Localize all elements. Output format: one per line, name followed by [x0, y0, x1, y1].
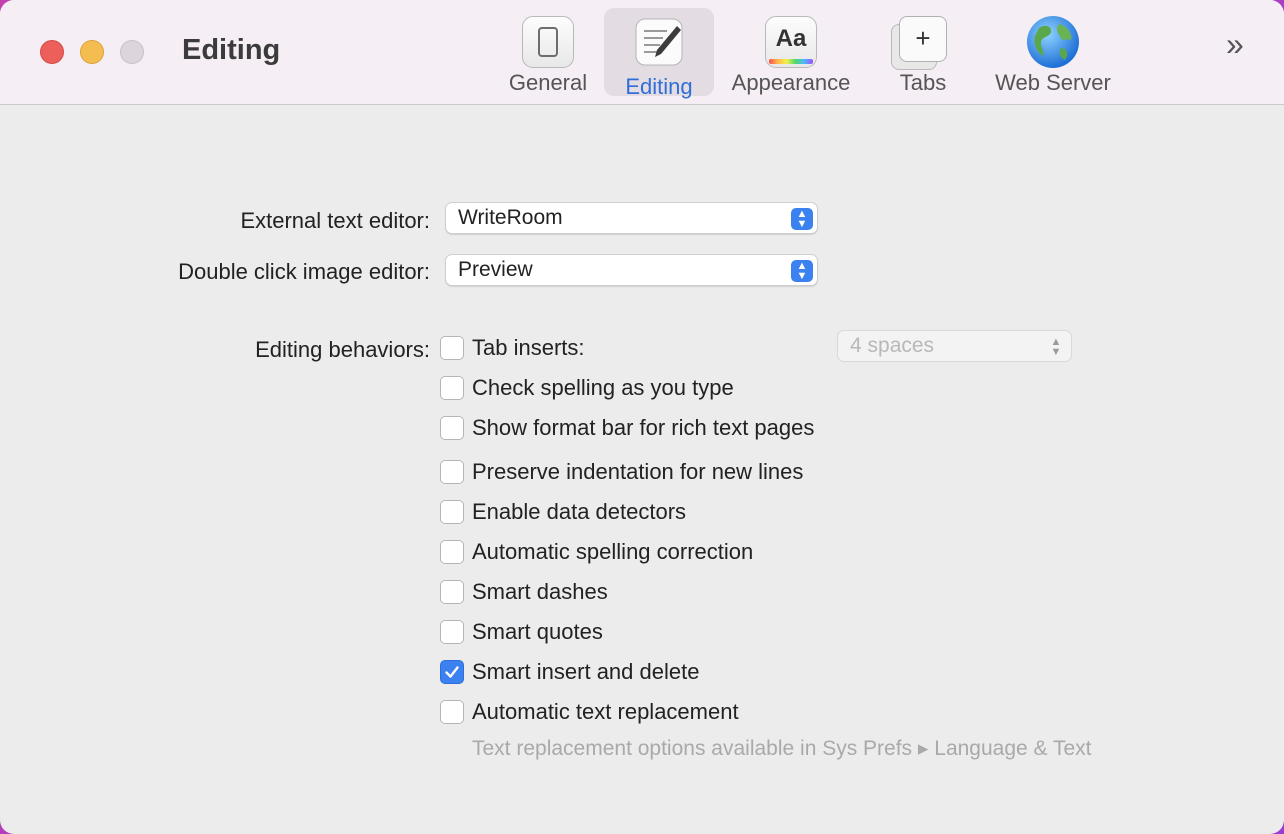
window-titlebar: Editing General Editing Aa Appearance + …	[0, 0, 1284, 105]
checkbox-label: Enable data detectors	[472, 499, 687, 524]
globe-icon	[1027, 16, 1079, 68]
checkbox-label: Check spelling as you type	[472, 375, 734, 400]
pencil-document-icon	[633, 16, 685, 68]
smart-quotes-checkbox[interactable]	[440, 620, 464, 644]
smart-insert-delete-checkbox[interactable]	[440, 660, 464, 684]
external-editor-label: External text editor:	[240, 208, 430, 233]
checkbox-label: Smart quotes	[472, 619, 603, 644]
image-editor-label: Double click image editor:	[178, 259, 430, 284]
popup-value: WriteRoom	[458, 206, 563, 229]
checkbox-row-tab-inserts[interactable]: Tab inserts:	[440, 335, 585, 361]
checkbox-row-smart-quotes[interactable]: Smart quotes	[440, 619, 603, 645]
toolbar-tab-label: Editing	[625, 74, 693, 99]
preserve-indentation-checkbox[interactable]	[440, 460, 464, 484]
checkbox-label: Smart dashes	[472, 579, 608, 604]
checkbox-row-smart-insert-delete[interactable]: Smart insert and delete	[440, 659, 699, 685]
toolbar-tab-web-server[interactable]: Web Server	[988, 8, 1118, 96]
chevron-up-down-icon: ▲ ▼	[1050, 336, 1062, 358]
checkbox-row-format-bar[interactable]: Show format bar for rich text pages	[440, 415, 814, 441]
checkbox-label: Tab inserts:	[472, 335, 585, 360]
checkbox-row-data-detectors[interactable]: Enable data detectors	[440, 499, 686, 525]
checkbox-label: Preserve indentation for new lines	[472, 459, 804, 484]
font-aa-icon: Aa	[765, 16, 817, 68]
editing-behaviors-label: Editing behaviors:	[255, 337, 430, 362]
smart-dashes-checkbox[interactable]	[440, 580, 464, 604]
checkbox-row-text-replacement[interactable]: Automatic text replacement	[440, 699, 739, 725]
tab-inserts-popup[interactable]: 4 spaces ▲ ▼	[837, 330, 1072, 362]
tab-inserts-checkbox[interactable]	[440, 336, 464, 360]
text-replacement-checkbox[interactable]	[440, 700, 464, 724]
checkbox-row-preserve-indentation[interactable]: Preserve indentation for new lines	[440, 459, 803, 485]
checkbox-row-smart-dashes[interactable]: Smart dashes	[440, 579, 608, 605]
toolbar-tab-label: Appearance	[731, 70, 851, 95]
checkmark-icon	[445, 666, 459, 678]
close-window-button[interactable]	[40, 40, 64, 64]
minimize-window-button[interactable]	[80, 40, 104, 64]
toolbar-tab-editing[interactable]: Editing	[604, 8, 714, 99]
chevron-up-down-icon: ▲ ▼	[791, 260, 813, 282]
checkbox-row-check-spelling[interactable]: Check spelling as you type	[440, 375, 734, 401]
data-detectors-checkbox[interactable]	[440, 500, 464, 524]
text-replacement-hint: Text replacement options available in Sy…	[472, 737, 1092, 760]
check-spelling-checkbox[interactable]	[440, 376, 464, 400]
toolbar-tab-appearance[interactable]: Aa Appearance	[724, 8, 858, 96]
checkbox-label: Automatic spelling correction	[472, 539, 754, 564]
zoom-window-button[interactable]	[120, 40, 144, 64]
preferences-window: Editing General Editing Aa Appearance + …	[0, 0, 1284, 834]
checkbox-label: Show format bar for rich text pages	[472, 415, 815, 440]
format-bar-checkbox[interactable]	[440, 416, 464, 440]
toolbar-tab-label: Tabs	[899, 70, 947, 95]
window-title: Editing	[182, 34, 281, 66]
checkbox-row-spelling-correction[interactable]: Automatic spelling correction	[440, 539, 753, 565]
toolbar-tab-label: Web Server	[995, 70, 1111, 95]
checkbox-label: Smart insert and delete	[472, 659, 700, 684]
phone-device-icon	[522, 16, 574, 68]
popup-value: 4 spaces	[850, 334, 935, 357]
image-editor-popup[interactable]: Preview ▲ ▼	[445, 254, 818, 286]
popup-value: Preview	[458, 258, 533, 281]
toolbar-tab-label: General	[508, 70, 588, 95]
chevron-double-right-icon[interactable]: »	[1226, 26, 1244, 63]
toolbar-tab-general[interactable]: General	[500, 8, 596, 96]
spelling-correction-checkbox[interactable]	[440, 540, 464, 564]
checkbox-label: Automatic text replacement	[472, 699, 739, 724]
external-editor-popup[interactable]: WriteRoom ▲ ▼	[445, 202, 818, 234]
new-tab-plus-icon: +	[891, 16, 949, 70]
chevron-up-down-icon: ▲ ▼	[791, 208, 813, 230]
toolbar-tab-tabs[interactable]: + Tabs	[880, 8, 966, 96]
